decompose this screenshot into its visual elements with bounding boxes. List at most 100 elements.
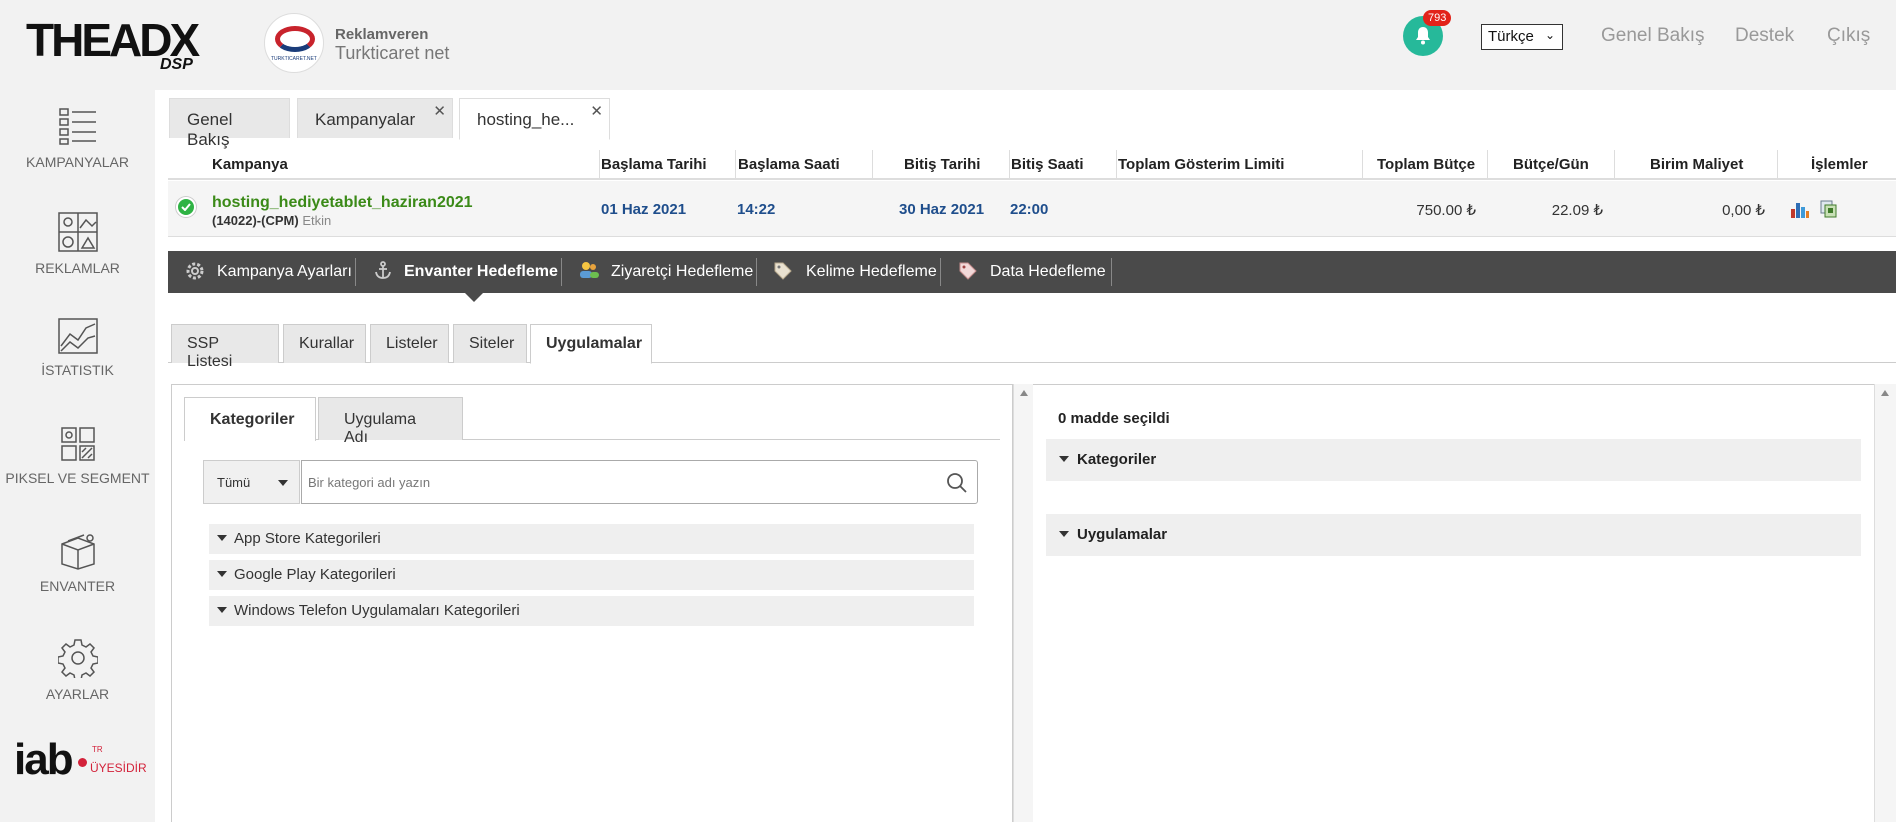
- nav-keyword-targeting[interactable]: Kelime Hedefleme: [806, 263, 937, 281]
- scroll-up-icon[interactable]: [1020, 390, 1028, 396]
- language-select[interactable]: Türkçe ⌄: [1481, 24, 1563, 50]
- scroll-up-icon[interactable]: [1881, 390, 1889, 396]
- sidebar: KAMPANYALAR REKLAMLAR İSTATISTIK PIKSEL …: [0, 90, 155, 822]
- daily-budget: 22.09 ₺: [1551, 202, 1603, 219]
- close-icon[interactable]: ✕: [590, 102, 603, 120]
- chevron-down-icon: ⌄: [1544, 28, 1555, 42]
- sidebar-item-label: REKLAMLAR: [35, 260, 120, 276]
- tab-label: SSP Listesi: [187, 335, 233, 370]
- active-nav-pointer: [465, 293, 483, 302]
- header: THEADX DSP TURKTICARET.NET Reklamveren T…: [0, 0, 1896, 90]
- tab-campaigns[interactable]: Kampanyalar ✕: [297, 98, 453, 138]
- sidebar-item-label: AYARLAR: [45, 686, 110, 702]
- triangle-down-icon: [1059, 456, 1069, 462]
- tab-label: Genel Bakış: [187, 110, 233, 149]
- logout-link[interactable]: Çıkış: [1827, 25, 1870, 47]
- start-time: 14:22: [737, 201, 776, 218]
- col-daily-budget[interactable]: Bütçe/Gün: [1513, 156, 1589, 173]
- col-actions: İşlemler: [1811, 156, 1868, 173]
- category-group-app-store[interactable]: App Store Kategorileri: [209, 524, 974, 554]
- col-start-date[interactable]: Başlama Tarihi: [601, 156, 707, 173]
- selected-apps-section[interactable]: Uygulamalar: [1046, 514, 1861, 556]
- tab-label: Listeler: [386, 335, 438, 352]
- segment-icon: [60, 427, 95, 461]
- start-date: 01 Haz 2021: [601, 201, 687, 218]
- statistics-bar-icon[interactable]: [1790, 199, 1810, 219]
- ads-icon: [57, 212, 98, 252]
- nav-inventory-targeting[interactable]: Envanter Hedefleme: [404, 263, 558, 281]
- sidebar-item-ads[interactable]: REKLAMLAR: [0, 212, 155, 276]
- logo-main: THEADX: [26, 14, 200, 66]
- filter-value: Tümü: [217, 475, 251, 490]
- tab-lists[interactable]: Listeler: [370, 324, 449, 363]
- campaign-name-link[interactable]: hosting_hediyetablet_haziran2021: [212, 194, 473, 212]
- iab-logo-main: iab: [14, 735, 74, 784]
- tab-rules[interactable]: Kurallar: [283, 324, 366, 363]
- advertiser-name: Turkticaret net: [335, 43, 450, 63]
- col-end-time[interactable]: Bitiş Saati: [1011, 156, 1084, 173]
- nav-campaign-settings[interactable]: Kampanya Ayarları: [217, 263, 352, 281]
- tag-icon: [958, 261, 978, 286]
- category-group-label: Google Play Kategorileri: [234, 566, 396, 583]
- tag-icon: [773, 261, 793, 286]
- overview-link[interactable]: Genel Bakış: [1601, 25, 1705, 47]
- caret-down-icon: [278, 480, 288, 486]
- category-group-label: App Store Kategorileri: [234, 530, 381, 547]
- language-value: Türkçe: [1488, 28, 1534, 45]
- col-campaign[interactable]: Kampanya: [212, 156, 288, 173]
- tab-campaign-detail[interactable]: hosting_he... ✕: [459, 98, 610, 140]
- left-scrollbar[interactable]: [1013, 384, 1033, 822]
- selected-count: 0 madde seçildi: [1058, 410, 1170, 427]
- sidebar-item-inventory[interactable]: ENVANTER: [0, 532, 155, 594]
- copy-icon[interactable]: [1819, 199, 1839, 219]
- category-group-label: Windows Telefon Uygulamaları Kategoriler…: [234, 602, 520, 619]
- col-total-budget[interactable]: Toplam Bütçe: [1377, 156, 1475, 173]
- tab-overview[interactable]: Genel Bakış: [169, 98, 290, 149]
- iab-member-label: ÜYESİDİR: [90, 761, 147, 775]
- sidebar-item-label: PIKSEL VE SEGMENT: [5, 470, 150, 486]
- search-icon[interactable]: [946, 472, 968, 499]
- tab-label: Siteler: [469, 335, 515, 352]
- tab-label: hosting_he...: [477, 110, 575, 129]
- campaign-id-type: (14022)-(CPM): [212, 213, 299, 228]
- right-scrollbar[interactable]: [1874, 384, 1896, 822]
- anchor-icon: [373, 260, 393, 285]
- category-group-windows-phone[interactable]: Windows Telefon Uygulamaları Kategoriler…: [209, 596, 974, 626]
- tab-ssp-list[interactable]: SSP Listesi: [171, 324, 279, 370]
- category-group-google-play[interactable]: Google Play Kategorileri: [209, 560, 974, 590]
- col-impression-limit[interactable]: Toplam Gösterim Limiti: [1118, 156, 1284, 173]
- section-label: Kategoriler: [1077, 451, 1157, 468]
- category-search-input[interactable]: Bir kategori adı yazın: [301, 460, 978, 504]
- advertiser-logo: TURKTICARET.NET: [264, 13, 324, 73]
- sidebar-item-campaigns[interactable]: KAMPANYALAR: [0, 106, 155, 170]
- campaign-status: Etkin: [302, 213, 332, 228]
- advertiser-logo-text: TURKTICARET.NET: [271, 56, 317, 62]
- gear-icon: [185, 261, 205, 286]
- close-icon[interactable]: ✕: [433, 102, 446, 120]
- list-icon: [58, 108, 96, 145]
- total-budget: 750.00 ₺: [1416, 202, 1476, 219]
- search-placeholder: Bir kategori adı yazın: [308, 475, 431, 490]
- iab-logo: iab TR ÜYESİDİR: [14, 735, 147, 784]
- nav-data-targeting[interactable]: Data Hedefleme: [990, 263, 1106, 281]
- campaign-meta: (14022)-(CPM) Etkin: [212, 213, 331, 228]
- status-active-icon: [176, 197, 196, 217]
- tab-app-name[interactable]: Uygulama Adı: [318, 397, 463, 446]
- col-start-time[interactable]: Başlama Saati: [738, 156, 840, 173]
- col-unit-cost[interactable]: Birim Maliyet: [1650, 156, 1743, 173]
- tab-sites[interactable]: Siteler: [453, 324, 527, 363]
- triangle-down-icon: [217, 607, 227, 613]
- nav-visitor-targeting[interactable]: Ziyaretçi Hedefleme: [611, 263, 753, 281]
- theadx-logo[interactable]: THEADX DSP: [26, 14, 200, 73]
- sidebar-item-statistics[interactable]: İSTATISTIK: [0, 318, 155, 378]
- tab-categories[interactable]: Kategoriler: [184, 397, 316, 441]
- sidebar-item-settings[interactable]: AYARLAR: [0, 638, 155, 702]
- category-filter-select[interactable]: Tümü: [203, 460, 300, 504]
- sidebar-item-label: ENVANTER: [39, 578, 116, 594]
- tab-label: Kategoriler: [210, 411, 295, 428]
- selected-categories-section[interactable]: Kategoriler: [1046, 439, 1861, 481]
- support-link[interactable]: Destek: [1735, 25, 1794, 47]
- sidebar-item-pixel-segment[interactable]: PIKSEL VE SEGMENT: [0, 426, 155, 486]
- col-end-date[interactable]: Bitiş Tarihi: [904, 156, 980, 173]
- tab-apps[interactable]: Uygulamalar: [530, 324, 652, 364]
